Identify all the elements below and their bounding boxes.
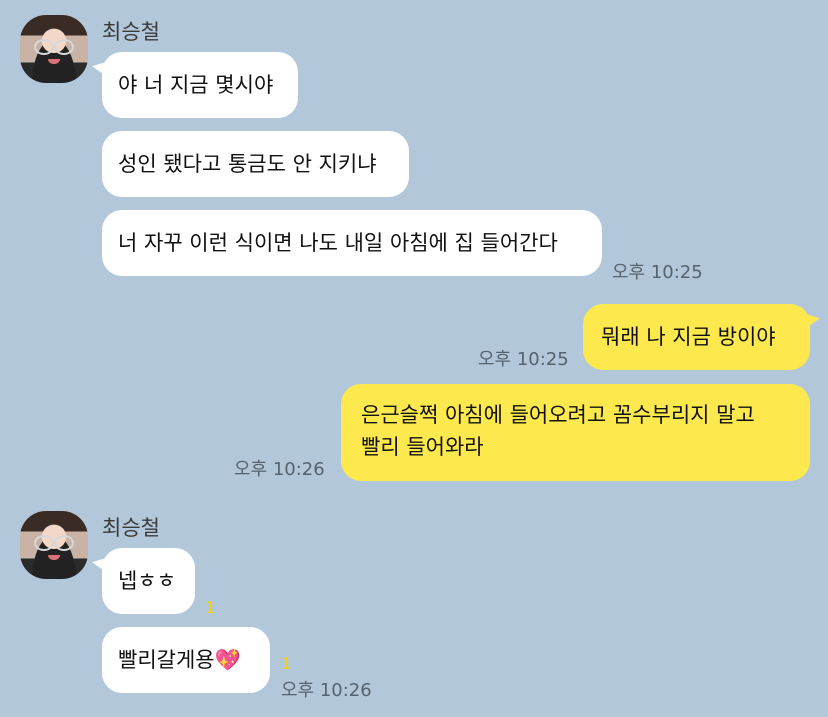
- avatar-mouth: [48, 59, 60, 64]
- contact-avatar[interactable]: [20, 15, 88, 83]
- message-line: 은근슬쩍 아침에 들어오려고 꼼수부리지 말고: [361, 403, 755, 427]
- contact-name: 최승철: [102, 516, 160, 540]
- message-time: 오후 10:26: [234, 459, 325, 480]
- avatar-mouth: [48, 555, 60, 560]
- incoming-message[interactable]: 성인 됐다고 통금도 안 지키냐: [102, 131, 409, 197]
- unread-count: 1: [205, 598, 216, 617]
- message-time: 오후 10:25: [612, 262, 703, 283]
- avatar-glasses-left: [34, 535, 54, 551]
- contact-avatar[interactable]: [20, 511, 88, 579]
- message-time: 오후 10:25: [478, 349, 569, 370]
- bubble-tail: [806, 314, 820, 328]
- avatar-glasses-left: [34, 39, 54, 55]
- unread-count: 1: [281, 654, 292, 673]
- incoming-message[interactable]: 빨리갈게용💖: [102, 627, 270, 693]
- outgoing-message[interactable]: 뭐래 나 지금 방이야: [583, 304, 810, 370]
- incoming-message[interactable]: 넵ㅎㅎ: [102, 548, 195, 614]
- outgoing-message[interactable]: 은근슬쩍 아침에 들어오려고 꼼수부리지 말고 빨리 들어와라: [341, 384, 810, 481]
- incoming-message[interactable]: 야 너 지금 몇시야: [102, 52, 298, 118]
- message-time: 오후 10:26: [281, 680, 372, 701]
- sparkling-heart-icon: 💖: [214, 648, 241, 672]
- avatar-glasses-right: [54, 39, 74, 55]
- message-line: 빨리 들어와라: [361, 435, 484, 459]
- message-text: 빨리갈게용: [118, 648, 215, 672]
- avatar-glasses-right: [54, 535, 74, 551]
- incoming-message[interactable]: 너 자꾸 이런 식이면 나도 내일 아침에 집 들어간다: [102, 210, 602, 276]
- contact-name: 최승철: [102, 20, 160, 44]
